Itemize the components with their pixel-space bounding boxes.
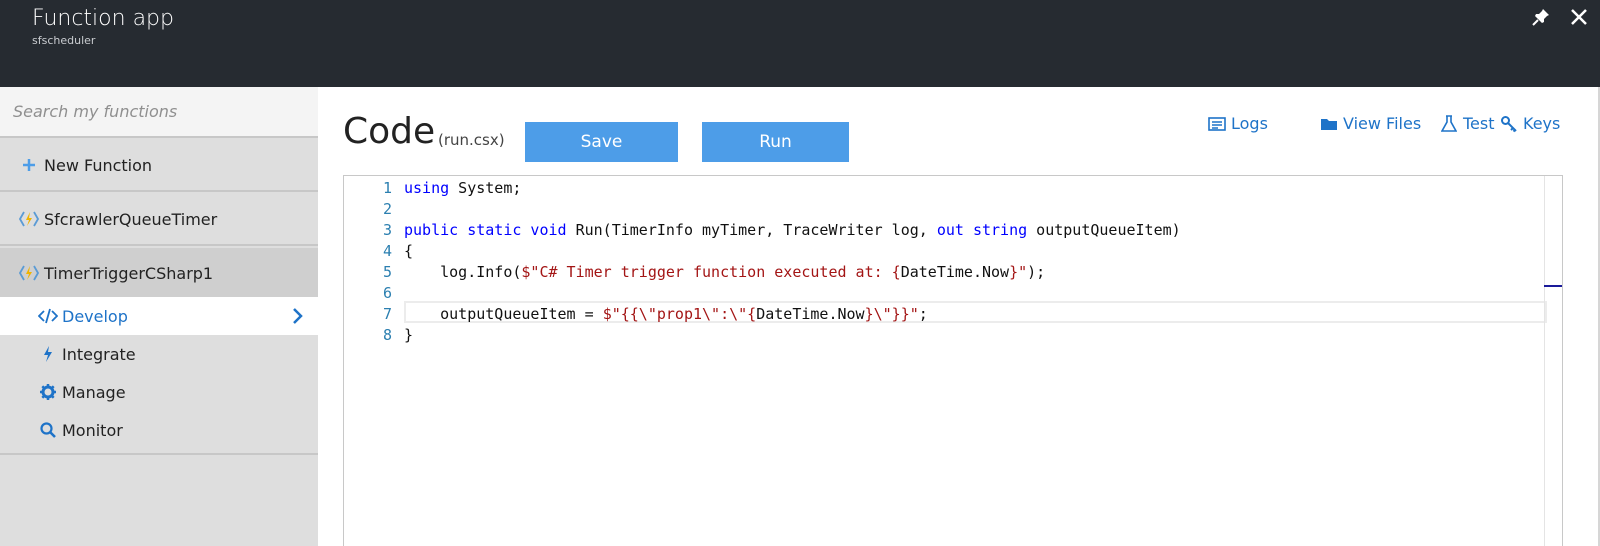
function-bolt-icon <box>18 208 40 230</box>
sidebar-item-monitor[interactable]: Monitor <box>0 411 318 449</box>
file-name: (run.csx) <box>438 131 505 149</box>
code-text: log.Info($"C# Timer trigger function exe… <box>404 262 1046 281</box>
scrollbar-cursor-marker <box>1544 285 1562 287</box>
page-title: Code <box>343 111 436 152</box>
sidebar-item-timertriggercsharp1[interactable]: TimerTriggerCSharp1 <box>0 248 318 300</box>
function-label: SfcrawlerQueueTimer <box>44 209 218 229</box>
sidebar-item-label: Manage <box>62 382 126 402</box>
code-text: outputQueueItem = $"{{\"prop1\":\"{DateT… <box>404 304 928 323</box>
view-files-label: View Files <box>1343 114 1422 133</box>
code-text: { <box>404 241 414 260</box>
code-text: using System; <box>404 178 522 197</box>
editor-scrollbar[interactable] <box>1544 176 1562 546</box>
logs-icon <box>1208 115 1226 133</box>
line-number: 8 <box>382 325 392 344</box>
sidebar-item-label: Integrate <box>62 344 136 364</box>
search-icon <box>38 420 58 440</box>
new-function-button[interactable]: New Function <box>0 140 318 192</box>
flask-icon <box>1440 114 1458 133</box>
code-editor[interactable]: 1 using System; 2 3 public static void R… <box>343 175 1563 546</box>
blade-header: Function app sfscheduler <box>0 0 1600 87</box>
line-number: 1 <box>382 178 392 197</box>
code-text: } <box>404 325 414 344</box>
code-line: 8 } <box>344 324 1544 345</box>
line-number: 5 <box>382 262 392 281</box>
code-icon <box>38 306 58 326</box>
code-line: 5 log.Info($"C# Timer trigger function e… <box>344 261 1544 282</box>
sidebar-item-sfcrawlerqueuetimer[interactable]: SfcrawlerQueueTimer <box>0 194 318 246</box>
code-panel: Code (run.csx) Save Run Logs View Files … <box>318 87 1600 546</box>
app-subtitle: sfscheduler <box>32 34 96 47</box>
close-icon[interactable] <box>1568 6 1590 28</box>
code-line: 6 <box>344 282 1544 303</box>
lightning-icon <box>38 344 58 364</box>
app-title: Function app <box>32 6 174 31</box>
code-line: 2 <box>344 198 1544 219</box>
key-icon <box>1500 115 1518 133</box>
save-button[interactable]: Save <box>525 122 678 162</box>
code-text: public static void Run(TimerInfo myTimer… <box>404 220 1181 239</box>
sidebar-item-develop[interactable]: Develop <box>0 297 318 335</box>
run-button[interactable]: Run <box>702 122 849 162</box>
functions-sidebar: New Function SfcrawlerQueueTimer TimerTr… <box>0 87 318 546</box>
gear-icon <box>38 382 58 402</box>
line-number: 4 <box>382 241 392 260</box>
code-line: 4 { <box>344 240 1544 261</box>
sidebar-item-label: Monitor <box>62 420 123 440</box>
folder-icon <box>1320 115 1338 133</box>
plus-icon <box>18 154 40 176</box>
sidebar-item-label: Develop <box>62 306 128 326</box>
chevron-right-icon <box>290 306 306 326</box>
line-number: 3 <box>382 220 392 239</box>
function-bolt-icon <box>18 262 40 284</box>
test-link[interactable]: Test <box>1440 114 1495 133</box>
function-label: TimerTriggerCSharp1 <box>44 263 214 283</box>
code-line: 1 using System; <box>344 177 1544 198</box>
pin-icon[interactable] <box>1530 6 1552 28</box>
sidebar-item-manage[interactable]: Manage <box>0 373 318 411</box>
search-box <box>0 87 318 138</box>
keys-link[interactable]: Keys <box>1500 114 1560 133</box>
line-number: 6 <box>382 283 392 302</box>
line-number: 2 <box>382 199 392 218</box>
logs-link[interactable]: Logs <box>1208 114 1268 133</box>
line-number: 7 <box>382 304 392 323</box>
divider <box>0 453 318 455</box>
logs-label: Logs <box>1231 114 1268 133</box>
test-label: Test <box>1463 114 1495 133</box>
view-files-link[interactable]: View Files <box>1320 114 1421 133</box>
keys-label: Keys <box>1523 114 1561 133</box>
new-function-label: New Function <box>44 155 153 175</box>
code-line: 7 outputQueueItem = $"{{\"prop1\":\"{Dat… <box>344 303 1544 324</box>
sidebar-item-integrate[interactable]: Integrate <box>0 335 318 373</box>
code-line: 3 public static void Run(TimerInfo myTim… <box>344 219 1544 240</box>
search-input[interactable] <box>0 87 318 136</box>
